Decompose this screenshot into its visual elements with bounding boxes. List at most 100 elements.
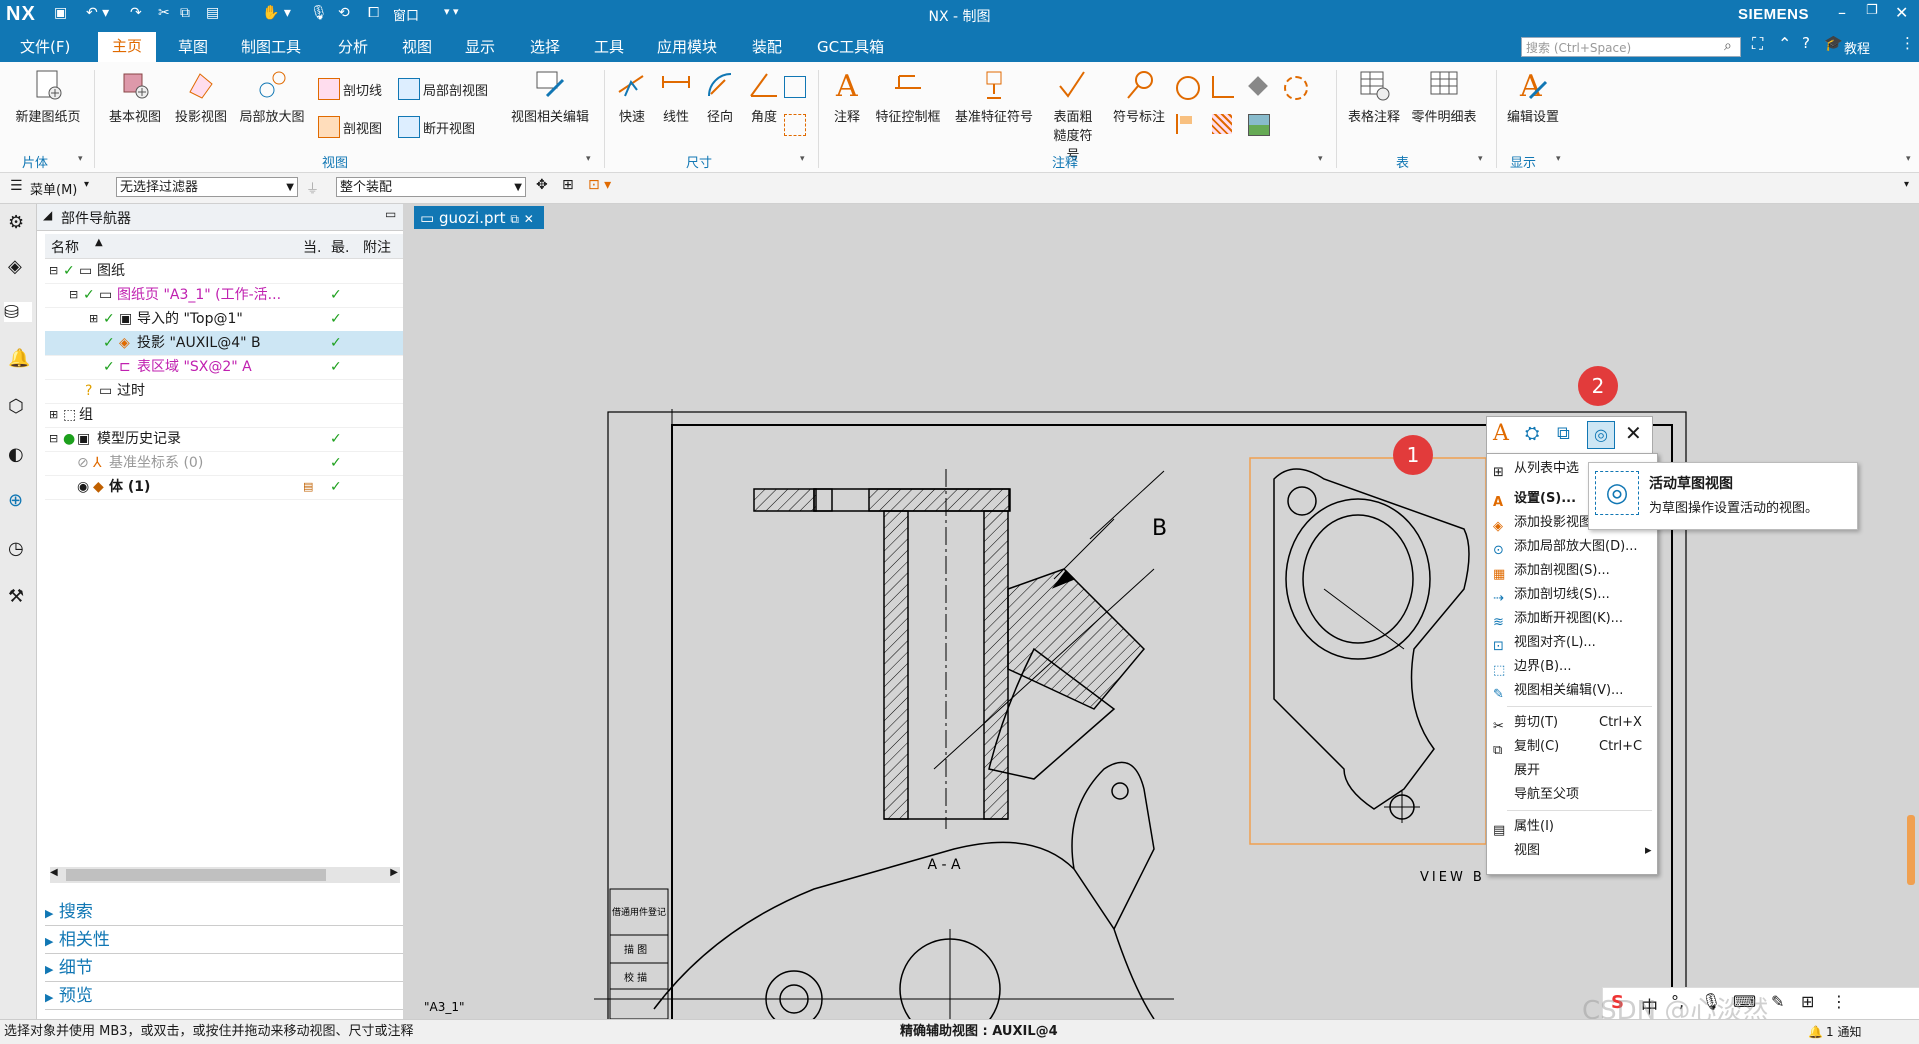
globe-icon[interactable]: ⊕ [8, 490, 28, 511]
snap-icon[interactable]: ✥ [536, 177, 548, 193]
selection-mode-icon[interactable]: ⊡ ▾ [588, 177, 611, 193]
tab-assembly[interactable]: 装配 [752, 36, 782, 57]
menu-item-properties[interactable]: ▤ 属性(I) [1487, 816, 1657, 838]
tutorial-link[interactable]: 教程 [1844, 38, 1870, 57]
menu-item-view-alignment[interactable]: ⊡ 视图对齐(L)... [1487, 632, 1657, 654]
part-navigator-icon[interactable]: ⛁ [4, 302, 32, 323]
menu-item-cut[interactable]: ✂ 剪切(T) Ctrl+X [1487, 712, 1657, 734]
help-icon[interactable]: ? [1802, 34, 1810, 52]
tree-row-body[interactable]: ◉ ◆ 体 (1) ▤ ✓ [45, 475, 403, 500]
edit-view-icon[interactable]: ⛭ [1525, 423, 1539, 444]
tab-select[interactable]: 选择 [530, 36, 560, 57]
restore-icon[interactable]: ❐ [1866, 3, 1878, 18]
surface-finish-button[interactable]: 表面粗糙度符号 [1040, 68, 1106, 163]
rapid-dimension-button[interactable]: 快速 [610, 68, 654, 125]
fullscreen-icon[interactable]: ⛶ [1752, 34, 1763, 54]
reuse-library-icon[interactable]: ⬡ [8, 396, 28, 417]
tree-row-sheet[interactable]: ⊟ ✓ ▭ 图纸页 "A3_1" (工作-活... ✓ [45, 283, 403, 308]
weld-symbol-button[interactable] [1176, 76, 1200, 100]
parts-list-button[interactable]: 零件明细表 [1406, 68, 1482, 125]
new-sheet-button[interactable]: 新建图纸页 [8, 68, 88, 125]
settings-icon[interactable]: ⚙ [8, 212, 28, 233]
view-dependent-edit-button[interactable]: 视图相关编辑 [502, 68, 598, 125]
delete-icon[interactable]: ✕ [1625, 421, 1642, 445]
break-view-button[interactable]: 断开视图 [398, 116, 475, 138]
group-table-arrow-icon[interactable]: ▾ [1478, 154, 1483, 164]
menu-item-navigate-parent[interactable]: 导航至父项 [1487, 784, 1657, 806]
type-filter-select[interactable]: 无选择过滤器 ▼ [116, 177, 298, 197]
angular-dimension-button[interactable]: 角度 [742, 68, 786, 125]
tab-view[interactable]: 视图 [402, 36, 432, 57]
tree-row-groups[interactable]: ⊞ ⬚ 组 [45, 403, 403, 428]
detail-view-button[interactable]: 局部放大图 [234, 68, 310, 125]
tools-icon[interactable]: ⚒ [8, 586, 28, 607]
note-button[interactable]: A 注释 [824, 68, 870, 125]
toolbar-options-icon[interactable]: ▾ [1904, 179, 1909, 190]
col-name[interactable]: 名称 [51, 237, 79, 257]
ribbon-options-arrow-icon[interactable]: ▾ [1906, 154, 1911, 164]
tab-display[interactable]: 显示 [465, 36, 495, 57]
view-boundary-icon[interactable]: ⧉ [1557, 423, 1570, 444]
tree-row-outdated[interactable]: ? ▭ 过时 [45, 379, 403, 404]
tab-sketch[interactable]: 草图 [178, 36, 208, 57]
section-search[interactable]: ▶ 搜索 [45, 899, 403, 926]
menu-item-boundary[interactable]: ⬚ 边界(B)... [1487, 656, 1657, 678]
tree-row-model-history[interactable]: ⊟ ● ▣ 模型历史记录 ✓ [45, 427, 403, 452]
flag-button[interactable] [1176, 114, 1198, 134]
chamfer-dimension-button[interactable] [784, 114, 806, 136]
menu-chevron-icon[interactable]: ▾ [84, 179, 89, 190]
edit-settings-button[interactable]: A 编辑设置 [1500, 68, 1566, 125]
toolbox-icon[interactable]: ⊞ [1801, 992, 1814, 1011]
section-view-button[interactable]: 剖视图 [318, 116, 382, 138]
menu-item-copy[interactable]: ⧉ 复制(C) Ctrl+C [1487, 736, 1657, 758]
menu-item-view-dependent-edit[interactable]: ✎ 视图相关编辑(V)... [1487, 680, 1657, 702]
col-latest[interactable]: 最. [331, 237, 349, 257]
tab-analysis[interactable]: 分析 [338, 36, 368, 57]
group-sheet-arrow-icon[interactable]: ▾ [78, 154, 83, 164]
image-button[interactable] [1248, 114, 1270, 136]
notification-count[interactable]: 1 通知 [1826, 1020, 1861, 1044]
scope-select[interactable]: 整个装配 ▼ [336, 177, 526, 197]
col-note[interactable]: 附注 [363, 237, 391, 257]
document-tab[interactable]: ▭ guozi.prt ⧉ ✕ [414, 206, 544, 230]
filter-reset-icon[interactable]: ⏚ [306, 178, 319, 197]
section-preview[interactable]: ▶ 预览 [45, 983, 403, 1010]
menu-item-add-section-view[interactable]: ▦ 添加剖视图(S)... [1487, 560, 1657, 582]
hatch-button[interactable] [1212, 114, 1232, 134]
menu-button[interactable]: 菜单(M) [30, 179, 77, 198]
tab-home[interactable]: 主页 [98, 32, 157, 62]
tab-file[interactable]: 文件(F) [20, 36, 70, 57]
group-annotation-arrow-icon[interactable]: ▾ [1318, 154, 1323, 164]
bell-icon[interactable]: 🔔 [8, 348, 30, 369]
group-view-arrow-icon[interactable]: ▾ [586, 154, 591, 164]
datum-feature-symbol-button[interactable]: 基准特征符号 [948, 68, 1040, 125]
tab-drafting-tools[interactable]: 制图工具 [241, 36, 301, 57]
menu-item-add-section-line[interactable]: ⇢ 添加剖切线(S)... [1487, 584, 1657, 606]
radial-dimension-button[interactable]: 径向 [698, 68, 742, 125]
ordinate-dimension-button[interactable] [784, 76, 806, 98]
assembly-navigator-icon[interactable]: ◈ [8, 256, 28, 277]
menu-hamburger-icon[interactable]: ☰ [10, 178, 23, 194]
section-details[interactable]: ▶ 细节 [45, 955, 403, 982]
center-mark-button[interactable] [1284, 76, 1308, 100]
tree-row-table-region[interactable]: ✓ ⊏ 表区域 "SX@2" A ✓ [45, 355, 403, 380]
group-dimension-arrow-icon[interactable]: ▾ [800, 154, 805, 164]
minimize-icon[interactable]: – [1838, 3, 1846, 22]
skin-icon[interactable]: ✎ [1771, 992, 1784, 1011]
menu-item-view[interactable]: 视图 ▸ [1487, 840, 1657, 862]
tab-applications[interactable]: 应用模块 [657, 36, 717, 57]
tab-gc-toolkit[interactable]: GC工具箱 [817, 36, 884, 57]
target-point-button[interactable] [1212, 76, 1234, 98]
search-icon[interactable]: ⌕ [1724, 38, 1732, 54]
local-section-button[interactable]: 局部剖视图 [398, 78, 488, 100]
drawing-sheet[interactable]: B A - A VIEW B 借通用件登记 描 图 校 描 "A3_1" [414, 229, 1919, 1019]
tree-row-datum-csys[interactable]: ⊘ ⅄ 基准坐标系 (0) ✓ [45, 451, 403, 476]
scrollbar-thumb[interactable] [66, 869, 326, 881]
active-sketch-view-icon[interactable]: ◎ [1587, 421, 1615, 449]
tree-row-imported-view[interactable]: ⊞ ✓ ▣ 导入的 "Top@1" ✓ [45, 307, 403, 332]
id-symbol-button[interactable]: 符号标注 [1106, 68, 1172, 125]
base-view-button[interactable]: 基本视图 [102, 68, 168, 125]
maximize-icon[interactable]: ▭ [385, 207, 396, 221]
collapse-ribbon-icon[interactable]: ⌃ [1778, 34, 1791, 53]
command-search-input[interactable]: 搜索 (Ctrl+Space) [1521, 37, 1741, 57]
